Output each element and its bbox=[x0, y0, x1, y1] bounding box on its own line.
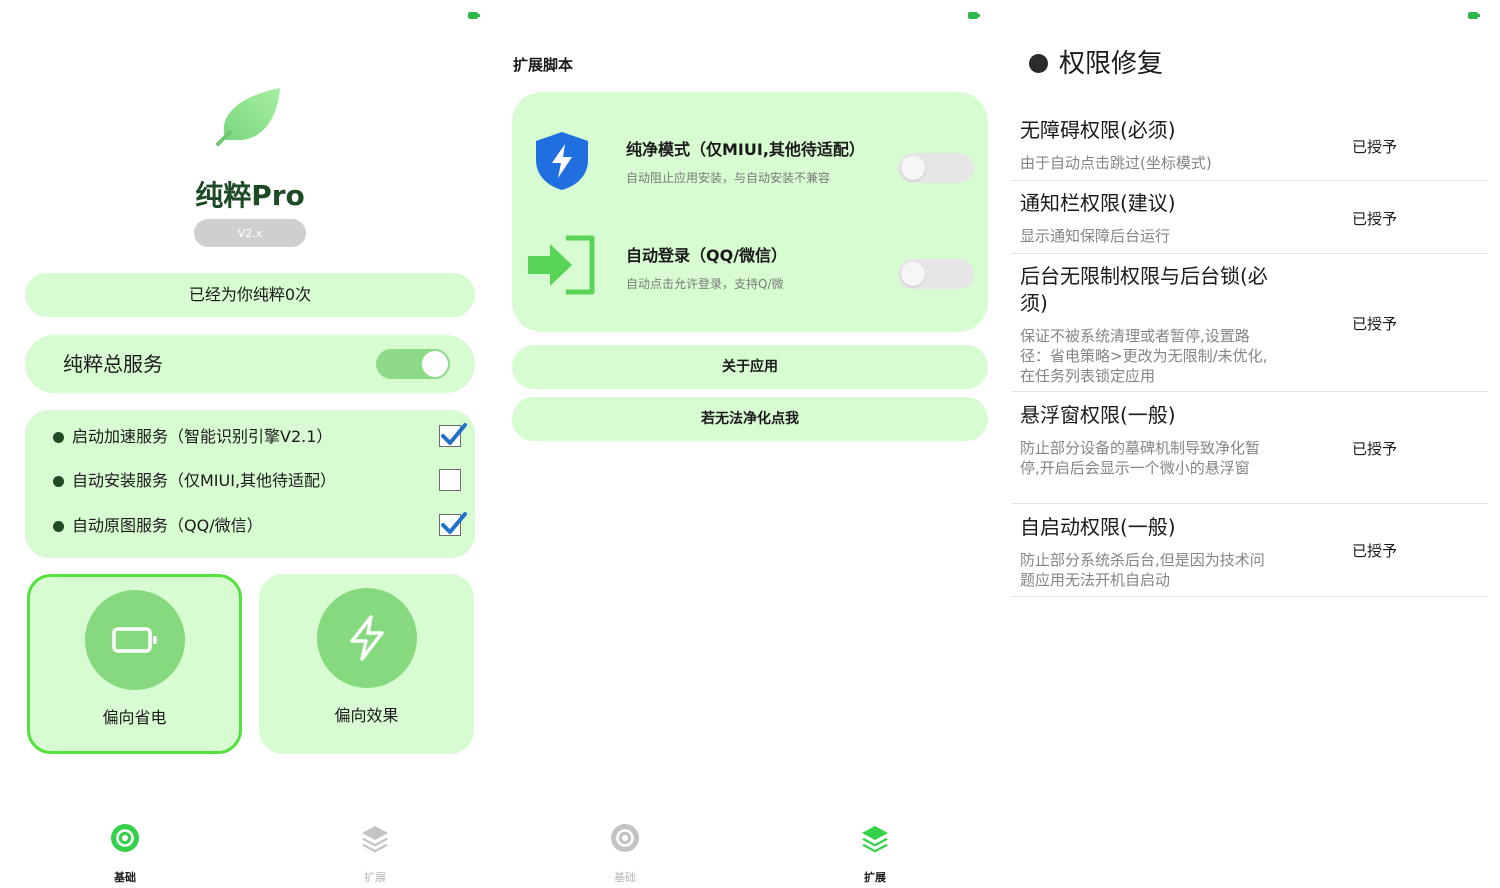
page-title-text: 权限修复 bbox=[1059, 49, 1164, 79]
permission-desc: 保证不被系统清理或者暂停,设置路径：省电策略>更改为无限制/未优化,在任务列表锁… bbox=[1020, 327, 1268, 385]
cannot-purify-button[interactable]: 若无法净化点我 bbox=[512, 397, 988, 441]
mode-icon-circle bbox=[84, 590, 185, 690]
master-service-toggle[interactable] bbox=[376, 349, 450, 379]
script-title: 自动登录（QQ/微信） bbox=[626, 246, 788, 265]
extension-page: 扩展脚本 纯净模式（仅MIUI,其他待适配） 自动阻止应用安装，与自动安装不兼容… bbox=[500, 0, 1000, 888]
permission-row-overlay[interactable]: 悬浮窗权限(一般) 防止部分设备的墓碑机制导致净化暂停,开启后会显示一个微小的悬… bbox=[1012, 392, 1488, 504]
permission-desc: 防止部分设备的墓碑机制导致净化暂停,开启后会显示一个微小的悬浮窗 bbox=[1020, 439, 1261, 477]
pure-mode-toggle[interactable] bbox=[898, 153, 974, 183]
script-desc: 自动阻止应用安装，与自动安装不兼容 bbox=[626, 171, 831, 185]
checkmark-icon bbox=[441, 423, 467, 445]
nav-tab-basic[interactable]: 基础 bbox=[85, 823, 165, 884]
script-auto-login: 自动登录（QQ/微信） 自动点击允许登录，支持Q/微 bbox=[512, 218, 988, 308]
battery-icon bbox=[111, 627, 156, 653]
option-auto-install: 自动安装服务（仅MIUI,其他待适配） bbox=[53, 469, 473, 493]
permission-title: 后台无限制权限与后台锁(必须) bbox=[1020, 264, 1268, 315]
permission-desc: 防止部分系统杀后台,但是因为技术问题应用无法开机自启动 bbox=[1020, 551, 1265, 589]
auto-install-checkbox[interactable] bbox=[439, 469, 461, 491]
permission-status: 已授予 bbox=[1352, 440, 1398, 458]
bullet-dot-icon bbox=[53, 432, 64, 443]
nav-label: 基础 bbox=[114, 871, 136, 884]
battery-status-icon bbox=[468, 11, 480, 20]
gear-icon bbox=[111, 824, 139, 852]
extension-scripts-card: 纯净模式（仅MIUI,其他待适配） 自动阻止应用安装，与自动安装不兼容 自动登录… bbox=[512, 92, 988, 332]
battery-status-icon bbox=[1468, 11, 1480, 20]
checkmark-icon bbox=[441, 512, 467, 534]
nav-label: 扩展 bbox=[364, 871, 386, 884]
section-title: 扩展脚本 bbox=[513, 56, 574, 74]
permission-title: 自启动权限(一般) bbox=[1020, 515, 1176, 539]
power-saving-mode-button[interactable]: 偏向省电 bbox=[27, 574, 242, 754]
option-label: 自动原图服务（QQ/微信） bbox=[72, 516, 263, 535]
permission-status: 已授予 bbox=[1352, 542, 1398, 560]
permission-status: 已授予 bbox=[1352, 210, 1398, 228]
app-name: 纯粹Pro bbox=[195, 179, 305, 212]
nav-tab-extension[interactable]: 扩展 bbox=[335, 823, 415, 884]
permission-status: 已授予 bbox=[1352, 315, 1398, 333]
gear-icon bbox=[611, 824, 639, 852]
auto-original-image-checkbox[interactable] bbox=[439, 512, 467, 536]
basic-page: 纯粹Pro V2.x 已经为你纯粹0次 纯粹总服务 启动加速服务（智能识别引擎V… bbox=[0, 0, 500, 888]
permission-title: 通知栏权限(建议) bbox=[1020, 191, 1176, 215]
about-app-button[interactable]: 关于应用 bbox=[512, 345, 988, 389]
script-title: 纯净模式（仅MIUI,其他待适配） bbox=[626, 140, 865, 159]
battery-status-icon bbox=[968, 11, 980, 20]
layers-icon bbox=[362, 826, 388, 853]
permission-title: 无障碍权限(必须) bbox=[1020, 118, 1176, 142]
permission-title: 悬浮窗权限(一般) bbox=[1020, 403, 1176, 427]
purify-count-banner: 已经为你纯粹0次 bbox=[25, 273, 475, 317]
master-service-card: 纯粹总服务 bbox=[25, 335, 475, 393]
service-options-card: 启动加速服务（智能识别引擎V2.1） 自动安装服务（仅MIUI,其他待适配） 自… bbox=[25, 410, 475, 558]
auto-login-toggle[interactable] bbox=[898, 259, 974, 289]
mode-label: 偏向省电 bbox=[102, 708, 167, 727]
bullet-dot-icon bbox=[53, 521, 64, 532]
nav-tab-extension[interactable]: 扩展 bbox=[835, 823, 915, 884]
permission-row-background[interactable]: 后台无限制权限与后台锁(必须) 保证不被系统清理或者暂停,设置路径：省电策略>更… bbox=[1012, 254, 1488, 392]
layers-icon bbox=[862, 826, 888, 853]
permission-row-autostart[interactable]: 自启动权限(一般) 防止部分系统杀后台,但是因为技术问题应用无法开机自启动 已授… bbox=[1012, 504, 1488, 597]
permission-desc: 由于自动点击跳过(坐标模式) bbox=[1020, 154, 1212, 172]
permission-row-notification[interactable]: 通知栏权限(建议) 显示通知保障后台运行 已授予 bbox=[1012, 181, 1488, 254]
option-startup-accel: 启动加速服务（智能识别引擎V2.1） bbox=[53, 423, 473, 449]
login-arrow-icon bbox=[528, 235, 595, 295]
bullet-dot-icon bbox=[1029, 54, 1048, 73]
mode-label: 偏向效果 bbox=[334, 706, 399, 725]
version-badge: V2.x bbox=[194, 219, 306, 247]
nav-label: 扩展 bbox=[864, 871, 886, 884]
shield-lightning-icon bbox=[536, 132, 588, 190]
script-desc: 自动点击允许登录，支持Q/微 bbox=[626, 277, 784, 291]
permission-desc: 显示通知保障后台运行 bbox=[1020, 227, 1171, 245]
option-auto-original-image: 自动原图服务（QQ/微信） bbox=[53, 512, 473, 538]
bottom-nav: 基础 扩展 bbox=[500, 815, 1000, 888]
mode-icon-circle bbox=[316, 588, 417, 688]
master-service-label: 纯粹总服务 bbox=[63, 352, 163, 376]
lightning-icon bbox=[349, 615, 384, 661]
nav-tab-basic[interactable]: 基础 bbox=[585, 823, 665, 884]
bullet-dot-icon bbox=[53, 476, 64, 487]
script-pure-mode: 纯净模式（仅MIUI,其他待适配） 自动阻止应用安装，与自动安装不兼容 bbox=[512, 112, 988, 202]
option-label: 自动安装服务（仅MIUI,其他待适配） bbox=[72, 471, 337, 490]
leaf-logo-icon bbox=[212, 86, 284, 146]
bottom-nav: 基础 扩展 bbox=[0, 815, 500, 888]
permission-status: 已授予 bbox=[1352, 138, 1398, 156]
permission-page: 权限修复 无障碍权限(必须) 由于自动点击跳过(坐标模式) 已授予 通知栏权限(… bbox=[1000, 0, 1500, 888]
startup-accel-checkbox[interactable] bbox=[439, 423, 467, 447]
permission-row-accessibility[interactable]: 无障碍权限(必须) 由于自动点击跳过(坐标模式) 已授予 bbox=[1012, 109, 1488, 181]
option-label: 启动加速服务（智能识别引擎V2.1） bbox=[72, 427, 333, 446]
performance-mode-button[interactable]: 偏向效果 bbox=[259, 574, 474, 754]
nav-label: 基础 bbox=[614, 871, 636, 884]
